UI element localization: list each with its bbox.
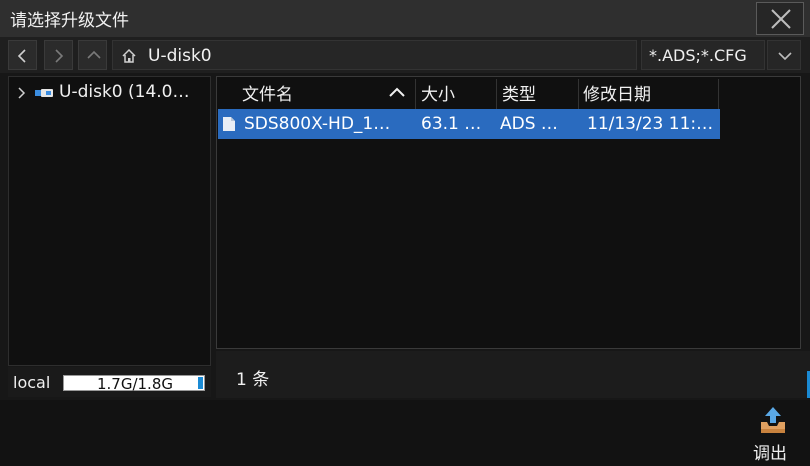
chevron-left-icon (17, 49, 26, 63)
up-button[interactable] (78, 40, 107, 70)
file-type-cell: ADS … (500, 114, 558, 134)
filter-dropdown-button[interactable] (767, 40, 801, 70)
column-divider[interactable] (496, 79, 497, 109)
path-bar[interactable]: U-disk0 (112, 40, 637, 70)
file-filter-value: *.ADS;*.CFG (649, 46, 747, 65)
column-divider[interactable] (415, 79, 416, 109)
current-path: U-disk0 (148, 46, 212, 66)
home-icon (122, 48, 136, 63)
dialog-title: 请选择升级文件 (10, 11, 129, 31)
chevron-up-icon (87, 50, 101, 59)
column-header-type[interactable]: 类型 (502, 80, 536, 110)
folder-tree-panel: U-disk0 (14.0… (8, 76, 211, 366)
title-bar: 请选择升级文件 (0, 0, 810, 37)
file-icon (223, 117, 235, 131)
forward-button[interactable] (44, 40, 73, 70)
status-bar: 1 条 (216, 351, 810, 398)
close-icon (771, 9, 791, 29)
usb-drive-icon (35, 89, 53, 97)
navigation-bar: U-disk0 *.ADS;*.CFG (0, 37, 810, 73)
chevron-down-icon (778, 52, 792, 61)
back-button[interactable] (8, 40, 37, 70)
export-tray-icon (761, 407, 785, 433)
export-button[interactable]: 调出 (748, 403, 798, 464)
file-size-cell: 63.1 … (421, 114, 482, 134)
column-header-size[interactable]: 大小 (421, 80, 455, 110)
column-header-modified[interactable]: 修改日期 (583, 80, 651, 110)
sort-ascending-icon[interactable] (389, 87, 405, 97)
tree-item-u-disk0[interactable]: U-disk0 (14.0… (15, 81, 210, 105)
item-count: 1 条 (236, 370, 270, 390)
action-bar (0, 400, 810, 466)
file-name-cell: SDS800X-HD_1… (244, 114, 391, 134)
storage-usage-text: 1.7G/1.8G (96, 375, 173, 393)
storage-indicator: local 1.7G/1.8G (8, 367, 211, 397)
chevron-right-icon (55, 49, 64, 63)
table-row[interactable]: SDS800X-HD_1… 63.1 … ADS … 11/13/23 11:… (218, 109, 720, 139)
storage-usage-bar: 1.7G/1.8G (63, 375, 205, 393)
column-divider[interactable] (718, 79, 719, 109)
file-list-panel: 文件名 大小 类型 修改日期 SDS800X-HD_1… 63.1 … ADS … (216, 76, 801, 349)
close-button[interactable] (756, 2, 804, 35)
column-header-name[interactable]: 文件名 (242, 80, 293, 110)
tree-item-label: U-disk0 (14.0… (59, 82, 190, 102)
file-modified-cell: 11/13/23 11:… (587, 114, 714, 134)
expand-chevron-icon (18, 87, 26, 99)
export-label: 调出 (753, 444, 787, 464)
storage-label: local (13, 373, 51, 392)
file-filter-select[interactable]: *.ADS;*.CFG (641, 40, 765, 70)
column-divider[interactable] (578, 79, 579, 109)
